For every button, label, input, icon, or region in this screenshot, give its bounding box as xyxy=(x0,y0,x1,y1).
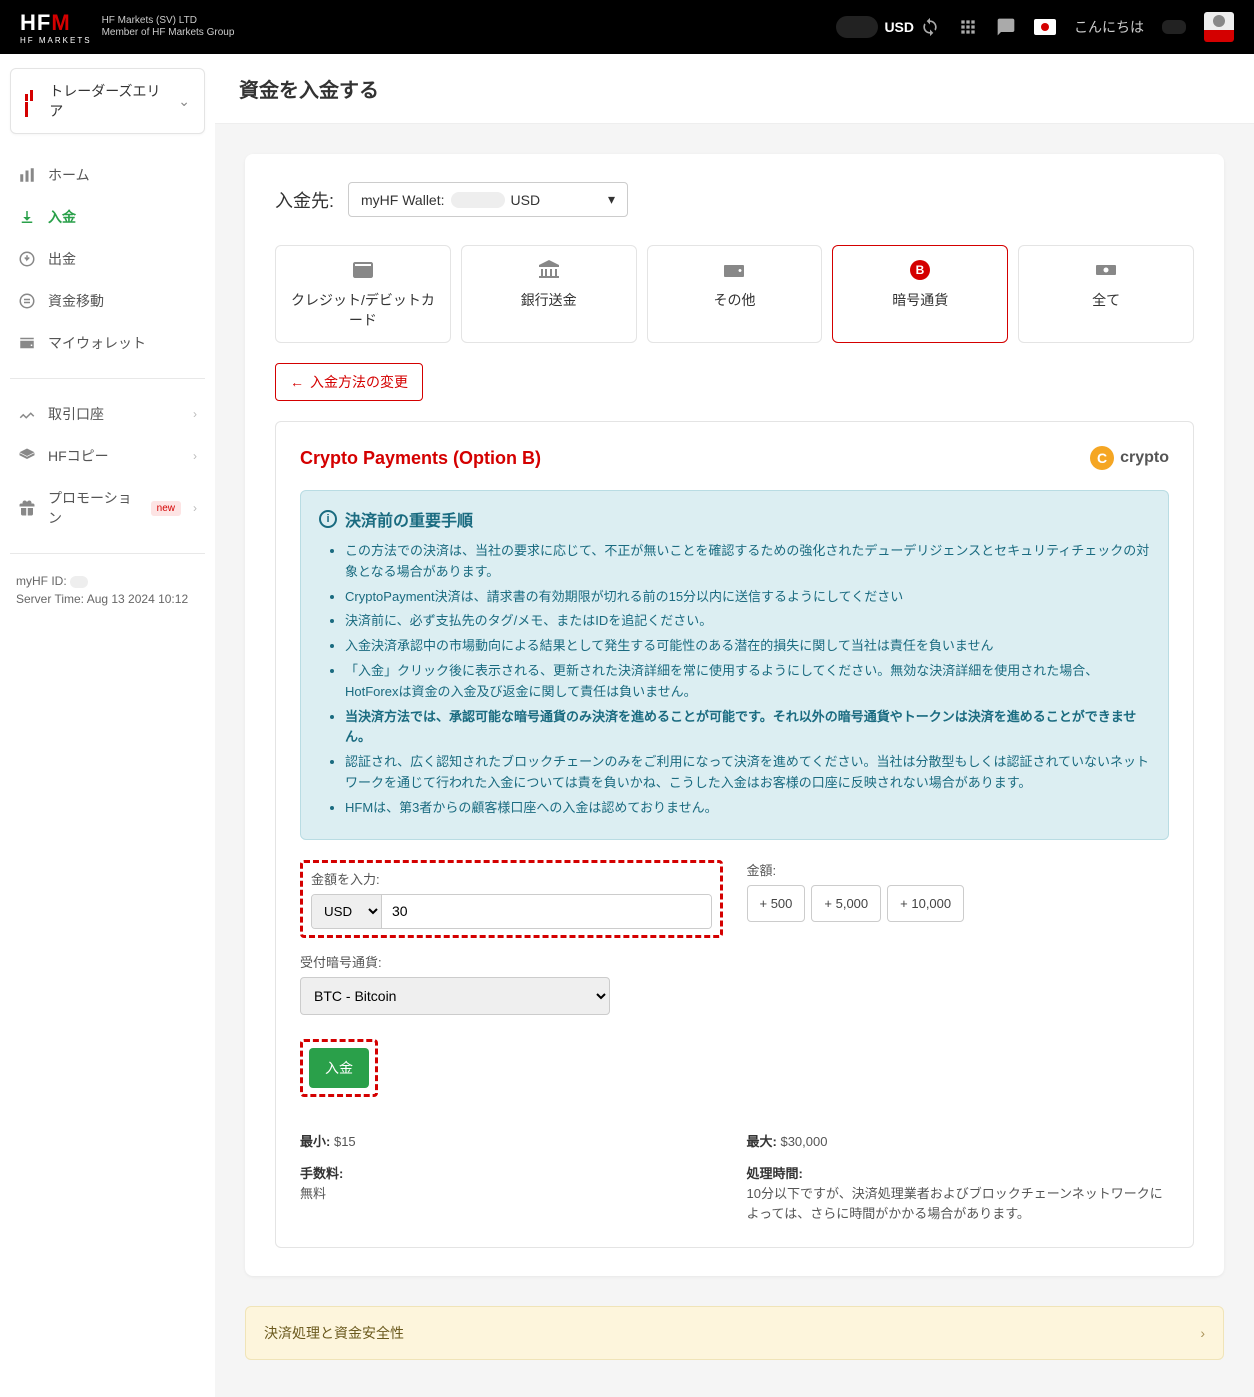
nav-accounts[interactable]: 取引口座 › xyxy=(10,393,205,435)
currency-selector[interactable]: USD xyxy=(836,16,940,38)
bitcoin-icon: B xyxy=(845,258,995,282)
language-flag-jp[interactable] xyxy=(1034,19,1056,35)
dest-label: 入金先: xyxy=(275,187,334,213)
area-label: トレーダーズエリア xyxy=(49,81,168,121)
wallet-icon xyxy=(18,334,36,352)
alert-title: 決済前の重要手順 xyxy=(345,507,473,531)
card-title: Crypto Payments (Option B) xyxy=(300,448,541,469)
wallet2-icon xyxy=(660,258,810,282)
back-button[interactable]: ← 入金方法の変更 xyxy=(275,363,423,401)
content-area: 資金を入金する 入金先: myHF Wallet: USD ▾ クレジット/デビ… xyxy=(215,54,1254,1397)
topbar: HFM HF MARKETS HF Markets (SV) LTD Membe… xyxy=(0,0,1254,54)
info-min: 最小: $15 xyxy=(300,1131,723,1152)
refresh-icon xyxy=(920,17,940,37)
tab-card[interactable]: クレジット/デビットカード xyxy=(275,245,451,343)
nav-promotions[interactable]: プロモーション new › xyxy=(10,477,205,539)
sidebar-footer: myHF ID: Server Time: Aug 13 2024 10:12 xyxy=(10,574,205,606)
nav-home[interactable]: ホーム xyxy=(10,154,205,196)
submit-highlight: 入金 xyxy=(300,1039,378,1097)
chevron-down-icon: ⌄ xyxy=(178,93,190,110)
chat-icon[interactable] xyxy=(996,17,1016,37)
logo-main: HFM xyxy=(20,10,92,36)
gift-icon xyxy=(18,499,36,517)
greeting-text: こんにちは xyxy=(1074,17,1144,37)
crypto-circle-icon: C xyxy=(1090,446,1114,470)
id-placeholder xyxy=(70,576,88,588)
username-placeholder xyxy=(1162,20,1186,34)
tab-all[interactable]: 全て xyxy=(1018,245,1194,343)
bank-icon xyxy=(474,258,624,282)
page-title-bar: 資金を入金する xyxy=(215,54,1254,124)
cash-icon xyxy=(1031,258,1181,282)
bars-icon xyxy=(25,85,39,117)
logo-sub: HF MARKETS xyxy=(20,36,92,45)
chevron-right-icon: › xyxy=(193,407,197,421)
accounts-icon xyxy=(18,405,36,423)
quick-5000[interactable]: + 5,000 xyxy=(811,885,881,922)
method-tabs: クレジット/デビットカード 銀行送金 その他 B 暗号通貨 全て xyxy=(275,245,1194,343)
dest-wallet-select[interactable]: myHF Wallet: USD ▾ xyxy=(348,182,628,217)
tab-crypto[interactable]: B 暗号通貨 xyxy=(832,245,1008,343)
page-title: 資金を入金する xyxy=(239,74,1230,103)
withdraw-icon xyxy=(18,250,36,268)
quick-label: 金額: xyxy=(747,860,1170,879)
nav-wallet[interactable]: マイウォレット xyxy=(10,322,205,364)
crypto-form-card: Crypto Payments (Option B) C crypto i 決済… xyxy=(275,421,1194,1248)
info-icon: i xyxy=(319,510,337,528)
logo-block[interactable]: HFM HF MARKETS HF Markets (SV) LTD Membe… xyxy=(20,10,234,45)
svg-text:B: B xyxy=(916,263,925,277)
chevron-right-icon: › xyxy=(193,501,197,515)
currency-flag-icon xyxy=(836,16,878,38)
chevron-right-icon: › xyxy=(193,449,197,463)
quick-500[interactable]: + 500 xyxy=(747,885,806,922)
collapse-title: 決済処理と資金安全性 xyxy=(264,1323,404,1343)
deposit-submit-button[interactable]: 入金 xyxy=(309,1048,369,1088)
quick-10000[interactable]: + 10,000 xyxy=(887,885,964,922)
wallet-id-placeholder xyxy=(451,192,505,208)
alert-list: この方法での決済は、当社の要求に応じて、不正が無いことを確認するための強化された… xyxy=(319,541,1150,819)
nav-separator xyxy=(10,553,205,554)
nav-hfcopy[interactable]: HFコピー › xyxy=(10,435,205,477)
info-fee: 手数料:無料 xyxy=(300,1163,723,1223)
deposit-icon xyxy=(18,208,36,226)
home-icon xyxy=(18,166,36,184)
nav-withdraw[interactable]: 出金 xyxy=(10,238,205,280)
transfer-icon xyxy=(18,292,36,310)
nav-separator xyxy=(10,378,205,379)
nav-deposit[interactable]: 入金 xyxy=(10,196,205,238)
amount-input[interactable] xyxy=(382,895,711,928)
area-dropdown[interactable]: トレーダーズエリア ⌄ xyxy=(10,68,205,134)
tab-other[interactable]: その他 xyxy=(647,245,823,343)
sidebar: トレーダーズエリア ⌄ ホーム 入金 出金 資金移動 マイウォレット 取引口座 … xyxy=(0,54,215,1397)
new-badge: new xyxy=(151,501,181,516)
crypto-provider-logo: C crypto xyxy=(1090,446,1169,470)
company-info: HF Markets (SV) LTD Member of HF Markets… xyxy=(102,15,235,39)
card-icon xyxy=(288,258,438,282)
apps-icon[interactable] xyxy=(958,17,978,37)
alert-box: i 決済前の重要手順 この方法での決済は、当社の要求に応じて、不正が無いことを確… xyxy=(300,490,1169,840)
chevron-down-icon: ▾ xyxy=(608,191,615,208)
arrow-left-icon: ← xyxy=(290,374,304,390)
user-avatar[interactable] xyxy=(1204,12,1234,42)
amount-label: 金額を入力: xyxy=(311,869,712,888)
deposit-panel: 入金先: myHF Wallet: USD ▾ クレジット/デビットカード 銀行… xyxy=(245,154,1224,1276)
crypto-currency-select[interactable]: BTC - Bitcoin xyxy=(300,977,610,1015)
nav-transfer[interactable]: 資金移動 xyxy=(10,280,205,322)
layers-icon xyxy=(18,447,36,465)
info-max: 最大: $30,000 xyxy=(747,1131,1170,1152)
currency-select[interactable]: USD xyxy=(312,895,382,928)
tab-bank[interactable]: 銀行送金 xyxy=(461,245,637,343)
chevron-right-icon: › xyxy=(1200,1325,1205,1341)
crypto-select-label: 受付暗号通貨: xyxy=(300,952,1169,971)
info-time: 処理時間:10分以下ですが、決済処理業者およびブロックチェーンネットワークによっ… xyxy=(747,1163,1170,1223)
amount-highlight: 金額を入力: USD xyxy=(300,860,723,938)
security-collapse[interactable]: 決済処理と資金安全性 › xyxy=(245,1306,1224,1360)
